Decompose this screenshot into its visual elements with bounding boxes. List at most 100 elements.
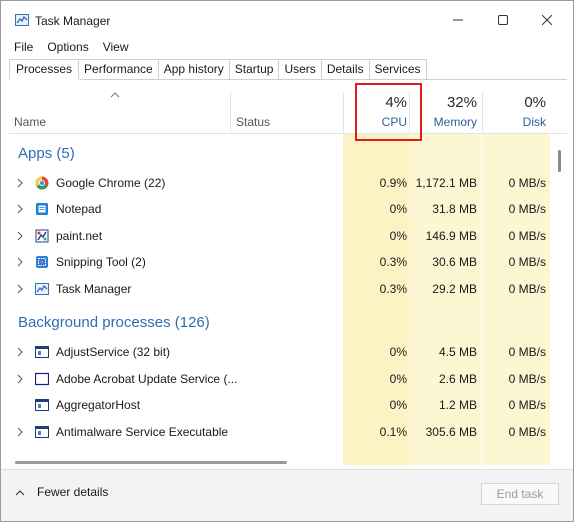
service-window-icon — [35, 399, 49, 411]
memory-value: 146.9 MB — [425, 229, 477, 243]
process-name: paint.net — [56, 229, 103, 243]
cpu-value: 0% — [389, 345, 407, 359]
close-button[interactable] — [527, 7, 567, 33]
task-manager-icon — [15, 14, 29, 26]
memory-value: 1.2 MB — [438, 398, 477, 412]
memory-value: 305.6 MB — [425, 425, 477, 439]
snipping-tool-icon — [36, 256, 48, 268]
tab-performance[interactable]: Performance — [79, 59, 159, 80]
paintnet-icon — [35, 229, 49, 243]
vertical-scrollbar-thumb[interactable] — [558, 150, 561, 172]
service-window-icon — [35, 372, 49, 386]
disk-label: Disk — [522, 115, 546, 129]
table-row[interactable]: AggregatorHost 0% 1.2 MB 0 MB/s — [9, 392, 557, 418]
column-header-name[interactable]: Name — [14, 115, 46, 129]
table-row[interactable]: AdjustService (32 bit) 0% 4.5 MB 0 MB/s — [9, 339, 557, 365]
chevron-right-icon[interactable] — [16, 427, 24, 437]
process-name: Adobe Acrobat Update Service (... — [56, 372, 238, 386]
close-icon — [542, 15, 552, 25]
process-name: AdjustService (32 bit) — [56, 345, 171, 359]
process-name: AggregatorHost — [56, 398, 141, 412]
tab-processes[interactable]: Processes — [9, 59, 80, 80]
window-title: Task Manager — [35, 14, 111, 28]
tab-app-history[interactable]: App history — [158, 59, 230, 80]
section-title-background-processes: Background processes (126) — [18, 314, 210, 331]
minimize-icon — [453, 19, 463, 21]
process-table: Name Status 4% CPU 32% Memory 0% Disk Ap… — [9, 80, 567, 465]
fewer-details-label: Fewer details — [37, 485, 109, 499]
process-name: Google Chrome (22) — [56, 176, 166, 190]
disk-value: 0 MB/s — [508, 229, 546, 243]
cpu-highlight-box — [355, 83, 422, 141]
menu-bar: File Options View — [7, 38, 136, 56]
cpu-value: 0% — [389, 202, 407, 216]
chevron-right-icon[interactable] — [16, 204, 24, 214]
chevron-right-icon[interactable] — [16, 231, 24, 241]
column-separator[interactable] — [230, 92, 231, 132]
table-row[interactable]: paint.net 0% 146.9 MB 0 MB/s — [9, 223, 557, 249]
task-manager-icon — [35, 283, 49, 295]
table-row[interactable]: Task Manager 0.3% 29.2 MB 0 MB/s — [9, 276, 557, 302]
process-name: Notepad — [56, 202, 102, 216]
disk-value: 0 MB/s — [508, 345, 546, 359]
chevron-up-icon — [15, 489, 25, 495]
minimize-button[interactable] — [438, 7, 478, 33]
service-window-icon — [35, 346, 49, 358]
chrome-icon — [35, 176, 49, 190]
disk-value: 0 MB/s — [508, 398, 546, 412]
cpu-value: 0.9% — [379, 176, 407, 190]
cpu-value: 0.3% — [379, 255, 407, 269]
title-bar[interactable]: Task Manager — [1, 1, 573, 37]
table-row[interactable]: Antimalware Service Executable 0.1% 305.… — [9, 419, 557, 445]
disk-percent: 0% — [524, 94, 546, 111]
maximize-icon — [498, 15, 508, 25]
cpu-value: 0% — [389, 398, 407, 412]
maximize-button[interactable] — [483, 7, 523, 33]
cpu-value: 0.3% — [379, 282, 407, 296]
process-name: Antimalware Service Executable — [56, 425, 229, 439]
disk-value: 0 MB/s — [508, 255, 546, 269]
chevron-right-icon[interactable] — [16, 257, 24, 267]
sort-ascending-icon[interactable] — [110, 91, 120, 99]
menu-file[interactable]: File — [7, 38, 40, 56]
table-row[interactable]: Adobe Acrobat Update Service (... 0% 2.6… — [9, 366, 557, 392]
memory-value: 29.2 MB — [432, 282, 477, 296]
tab-bar: Processes Performance App history Startu… — [9, 59, 427, 80]
disk-value: 0 MB/s — [508, 176, 546, 190]
tab-users[interactable]: Users — [279, 59, 322, 80]
chevron-right-icon[interactable] — [16, 347, 24, 357]
tab-details[interactable]: Details — [321, 59, 370, 80]
disk-value: 0 MB/s — [508, 282, 546, 296]
footer-bar: Fewer details End task — [1, 469, 573, 521]
memory-value: 4.5 MB — [438, 345, 477, 359]
horizontal-scrollbar-thumb[interactable] — [15, 461, 287, 464]
process-name: Snipping Tool (2) — [56, 255, 146, 269]
service-window-icon — [35, 426, 49, 438]
table-row[interactable]: Notepad 0% 31.8 MB 0 MB/s — [9, 196, 557, 222]
memory-value: 1,172.1 MB — [415, 176, 477, 190]
section-title-apps: Apps (5) — [18, 145, 75, 162]
notepad-icon — [36, 203, 48, 215]
end-task-button[interactable]: End task — [481, 483, 559, 505]
task-manager-window: Task Manager File Options View Processes… — [0, 0, 574, 522]
tab-services[interactable]: Services — [369, 59, 427, 80]
chevron-right-icon[interactable] — [16, 178, 24, 188]
memory-value: 2.6 MB — [438, 372, 477, 386]
chevron-right-icon[interactable] — [16, 284, 24, 294]
fewer-details-button[interactable]: Fewer details — [15, 485, 108, 499]
memory-value: 30.6 MB — [432, 255, 477, 269]
disk-value: 0 MB/s — [508, 202, 546, 216]
menu-view[interactable]: View — [96, 38, 136, 56]
disk-value: 0 MB/s — [508, 425, 546, 439]
menu-options[interactable]: Options — [40, 38, 95, 56]
process-name: Task Manager — [56, 282, 132, 296]
table-row[interactable]: Snipping Tool (2) 0.3% 30.6 MB 0 MB/s — [9, 249, 557, 275]
tab-startup[interactable]: Startup — [229, 59, 280, 80]
column-header-status[interactable]: Status — [236, 115, 270, 129]
table-header: Name Status 4% CPU 32% Memory 0% Disk — [9, 80, 567, 134]
cpu-value: 0% — [389, 372, 407, 386]
table-row[interactable]: Google Chrome (22) 0.9% 1,172.1 MB 0 MB/… — [9, 170, 557, 196]
disk-value: 0 MB/s — [508, 372, 546, 386]
memory-value: 31.8 MB — [432, 202, 477, 216]
chevron-right-icon[interactable] — [16, 374, 24, 384]
